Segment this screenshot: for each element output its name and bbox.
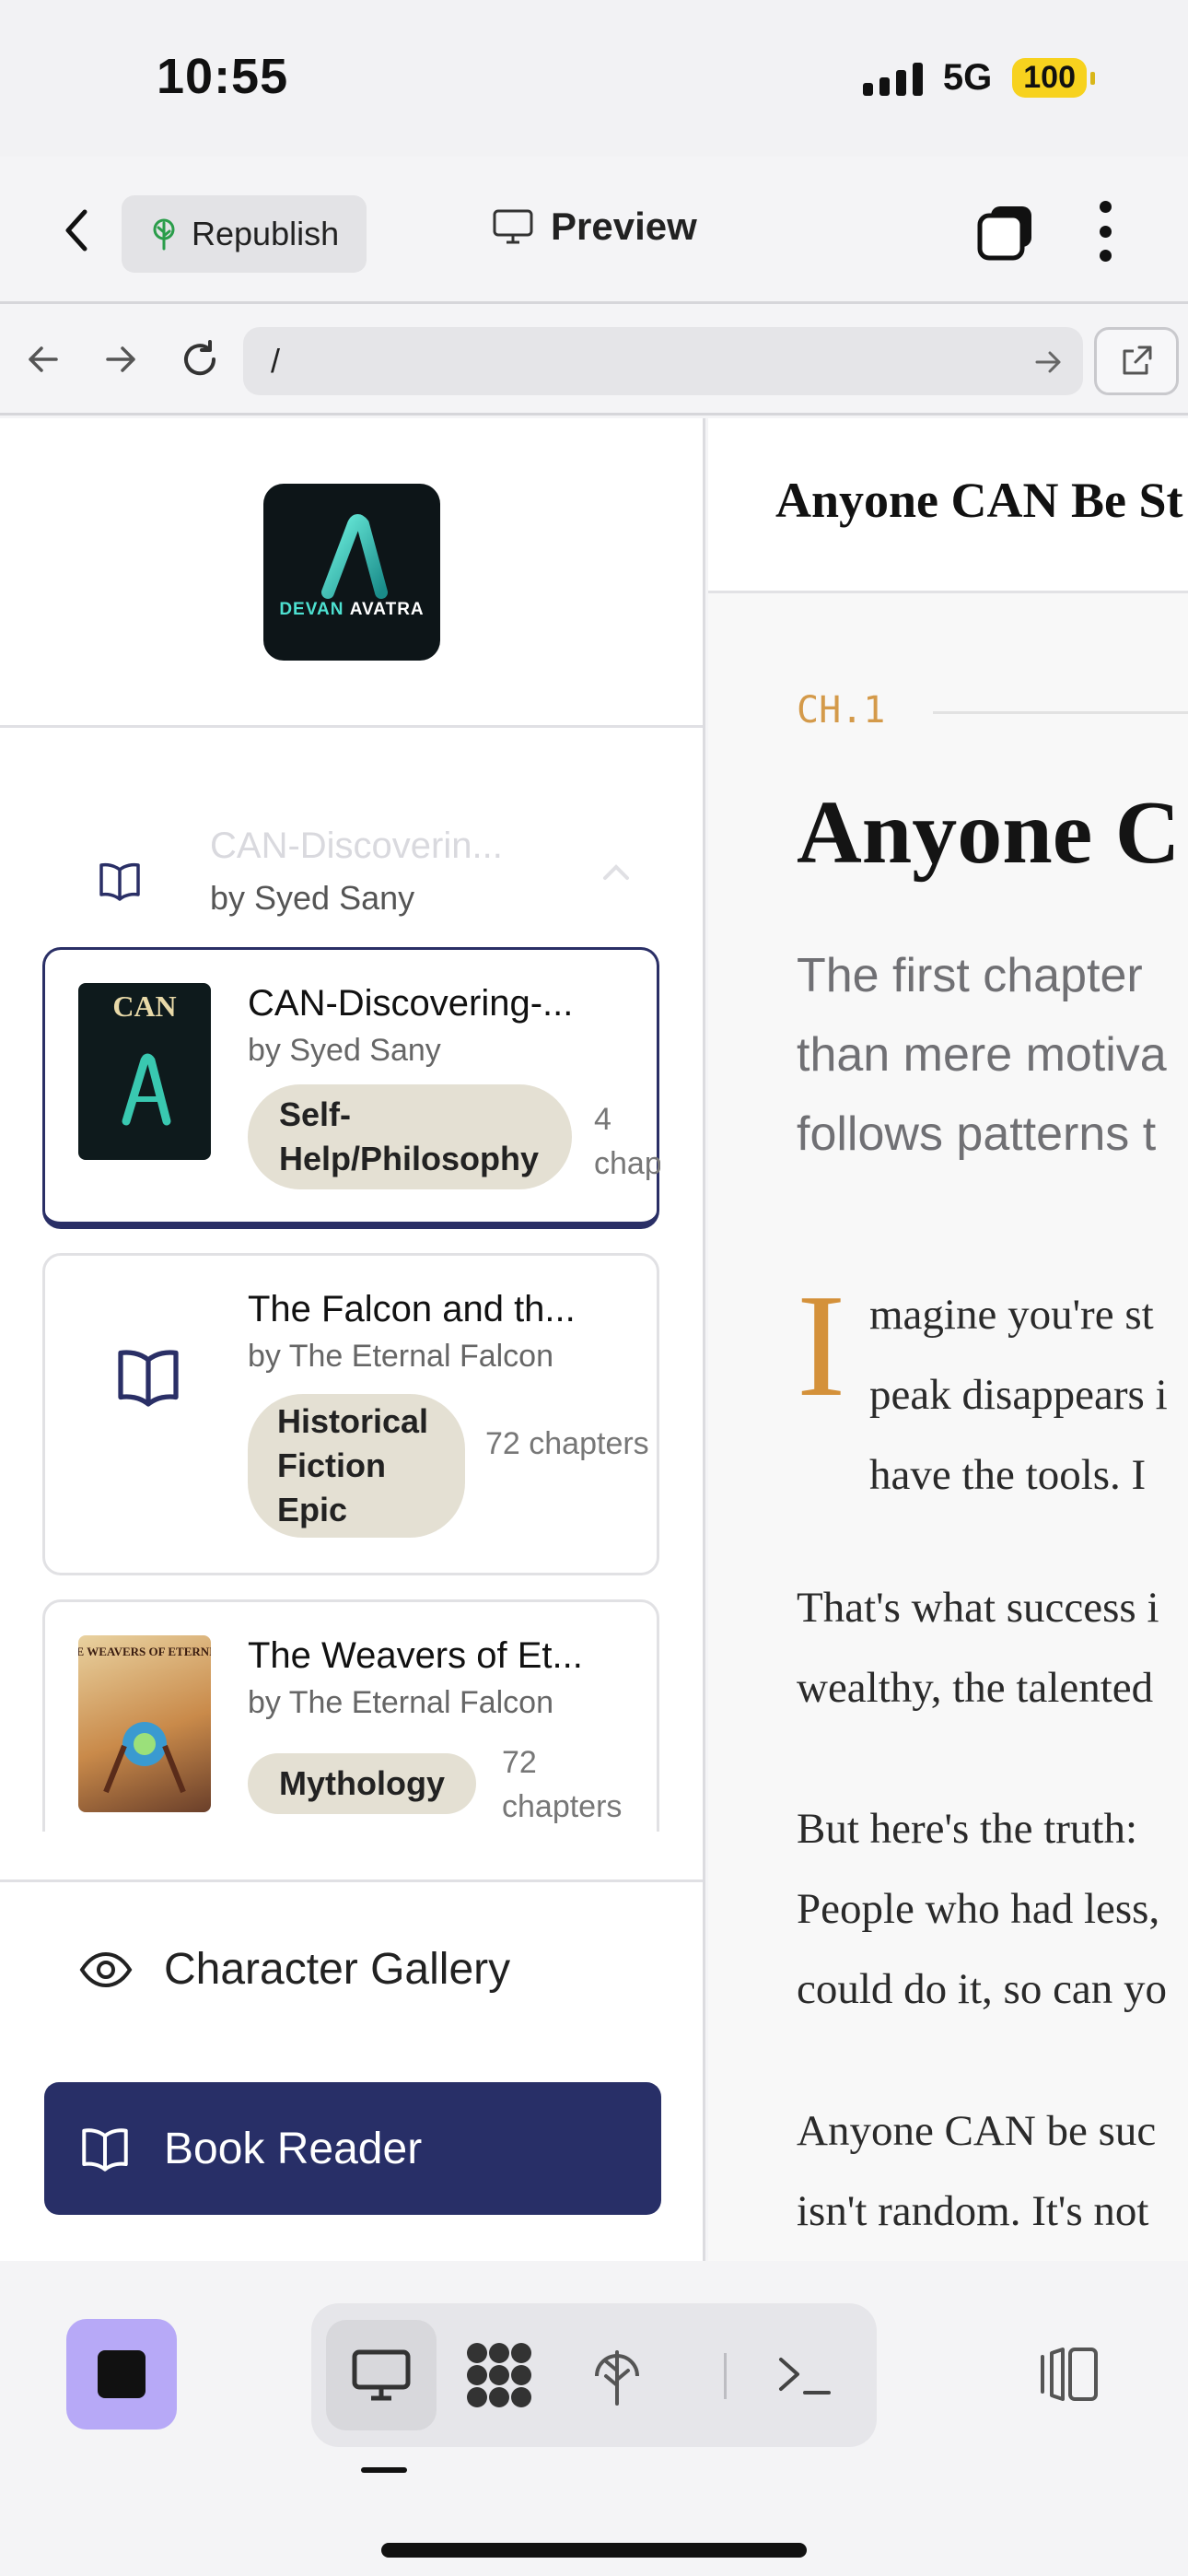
book-list: CAN CAN-Discovering-... by Syed Sany Sel…	[42, 947, 661, 1832]
book-cover: CAN	[78, 983, 211, 1160]
current-book-title: CAN-Discoverin...	[210, 825, 503, 866]
book-open-icon	[118, 1350, 179, 1407]
arrow-right-icon[interactable]	[1031, 345, 1065, 379]
svg-text:THE WEAVERS OF ETERNITY: THE WEAVERS OF ETERNITY	[78, 1645, 211, 1658]
monitor-icon	[493, 209, 533, 244]
app-logo: DEVAN AVATRA	[263, 484, 440, 661]
character-gallery-label: Character Gallery	[164, 1945, 511, 1994]
book-title: The Weavers of Et...	[248, 1635, 583, 1676]
battery-indicator: 100	[1012, 58, 1095, 98]
browser-forward-button[interactable]	[96, 334, 146, 384]
chapter-title: Anyone C	[797, 783, 1181, 883]
paragraph: magine you're st peak disappears i have …	[869, 1291, 1168, 1499]
sidebar: DEVAN AVATRA CAN-Discoverin... by Syed S…	[0, 418, 705, 2261]
character-gallery-link[interactable]: Character Gallery	[79, 1944, 510, 1995]
republish-button[interactable]: Republish	[122, 195, 367, 273]
book-author: by The Eternal Falcon	[248, 1339, 553, 1374]
tabs-icon	[977, 206, 1031, 261]
book-open-icon	[82, 2128, 128, 2172]
chapter-intro: The first chapter than mere motiva follo…	[797, 949, 1167, 1161]
book-title: The Falcon and th...	[248, 1289, 576, 1329]
book-author: by Syed Sany	[248, 1033, 441, 1068]
paragraph: Anyone CAN be suc isn't random. It's not	[797, 2107, 1157, 2235]
reload-button[interactable]	[175, 334, 225, 384]
stop-icon	[98, 2350, 146, 2398]
monitor-icon	[352, 2349, 411, 2401]
book-title: CAN-Discovering-...	[248, 983, 574, 1024]
tree-icon	[153, 218, 175, 251]
preview-title: Preview	[492, 205, 697, 249]
chapter-label: CH.1	[797, 689, 886, 732]
tabs-button[interactable]	[976, 203, 1035, 262]
republish-label: Republish	[192, 215, 340, 252]
reader-header: Anyone CAN Be St	[708, 418, 1188, 593]
book-reader-button[interactable]: Book Reader	[44, 2082, 661, 2215]
book-open-icon	[99, 862, 140, 901]
url-text: /	[271, 342, 281, 380]
arrow-right-icon	[106, 346, 135, 372]
book-card[interactable]: THE WEAVERS OF ETERNITY The Weavers of E…	[42, 1599, 659, 1832]
chevron-up-icon[interactable]	[600, 861, 632, 883]
sidebar-divider	[0, 1879, 703, 1882]
apps-mode-button[interactable]	[444, 2320, 554, 2430]
drop-cap: I	[797, 1263, 846, 1427]
network-type: 5G	[942, 57, 993, 98]
deploy-mode-button[interactable]	[562, 2320, 672, 2430]
genre-tag: Mythology	[248, 1753, 476, 1814]
chapter-count: 72 chapters	[485, 1426, 649, 1461]
mode-switcher	[311, 2303, 877, 2447]
mode-separator	[724, 2353, 727, 2399]
status-indicators: 5G 100	[862, 57, 1095, 99]
browser-bar: /	[0, 307, 1188, 416]
app-header: Republish Preview	[0, 157, 1188, 304]
signal-icon	[862, 61, 923, 96]
url-input[interactable]: /	[243, 327, 1083, 395]
split-view-icon	[1041, 2348, 1098, 2401]
eye-icon	[79, 1951, 133, 1987]
more-menu-button[interactable]	[1087, 201, 1124, 262]
logo-a-icon	[321, 514, 388, 599]
logo-text: DEVAN AVATRA	[279, 600, 425, 619]
current-book-author: by Syed Sany	[210, 879, 415, 917]
split-view-button[interactable]	[1030, 2336, 1105, 2412]
book-reader-label: Book Reader	[164, 2124, 423, 2173]
external-link-icon	[1123, 345, 1152, 375]
arrow-left-icon	[29, 346, 58, 372]
genre-tag: Self-Help/Philosophy	[248, 1084, 572, 1189]
paragraph: That's what success i wealthy, the talen…	[797, 1584, 1159, 1712]
book-author: by The Eternal Falcon	[248, 1685, 553, 1720]
paragraph: But here's the truth: People who had les…	[797, 1805, 1168, 2013]
chapter-count: 72 chapters	[502, 1745, 623, 1824]
browser-back-button[interactable]	[18, 334, 68, 384]
reload-icon	[184, 340, 216, 376]
back-button[interactable]	[57, 205, 98, 256]
terminal-icon	[779, 2358, 831, 2395]
terminal-mode-button[interactable]	[750, 2320, 860, 2430]
open-external-button[interactable]	[1094, 327, 1179, 395]
reader-pane: Anyone CAN Be St CH.1 Anyone C The first…	[708, 418, 1188, 2261]
genre-tag: Historical Fiction Epic	[248, 1394, 465, 1538]
stop-button[interactable]	[66, 2319, 177, 2430]
preview-mode-button[interactable]	[326, 2320, 437, 2430]
chapter-count: 4 chap	[594, 1102, 660, 1181]
chevron-left-icon	[65, 209, 87, 252]
chapter-divider	[933, 711, 1188, 714]
current-book-header[interactable]: CAN-Discoverin... by Syed Sany	[0, 805, 703, 934]
status-bar: 10:55 5G 100	[0, 0, 1188, 157]
home-indicator	[381, 2543, 807, 2558]
tree-icon	[595, 2350, 639, 2406]
reader-book-title: Anyone CAN Be St	[775, 473, 1183, 528]
logo-area: DEVAN AVATRA	[0, 418, 703, 728]
book-card[interactable]: The Falcon and th... by The Eternal Falc…	[42, 1253, 659, 1575]
grid-icon	[467, 2343, 531, 2407]
more-vertical-icon	[1099, 201, 1112, 213]
book-cover: THE WEAVERS OF ETERNITY	[78, 1635, 211, 1812]
bottom-toolbar	[0, 2261, 1188, 2576]
book-card[interactable]: CAN CAN-Discovering-... by Syed Sany Sel…	[42, 947, 660, 1229]
preview-label: Preview	[551, 205, 697, 248]
active-mode-indicator	[361, 2467, 407, 2473]
status-time: 10:55	[157, 49, 289, 104]
svg-text:CAN: CAN	[112, 989, 176, 1023]
